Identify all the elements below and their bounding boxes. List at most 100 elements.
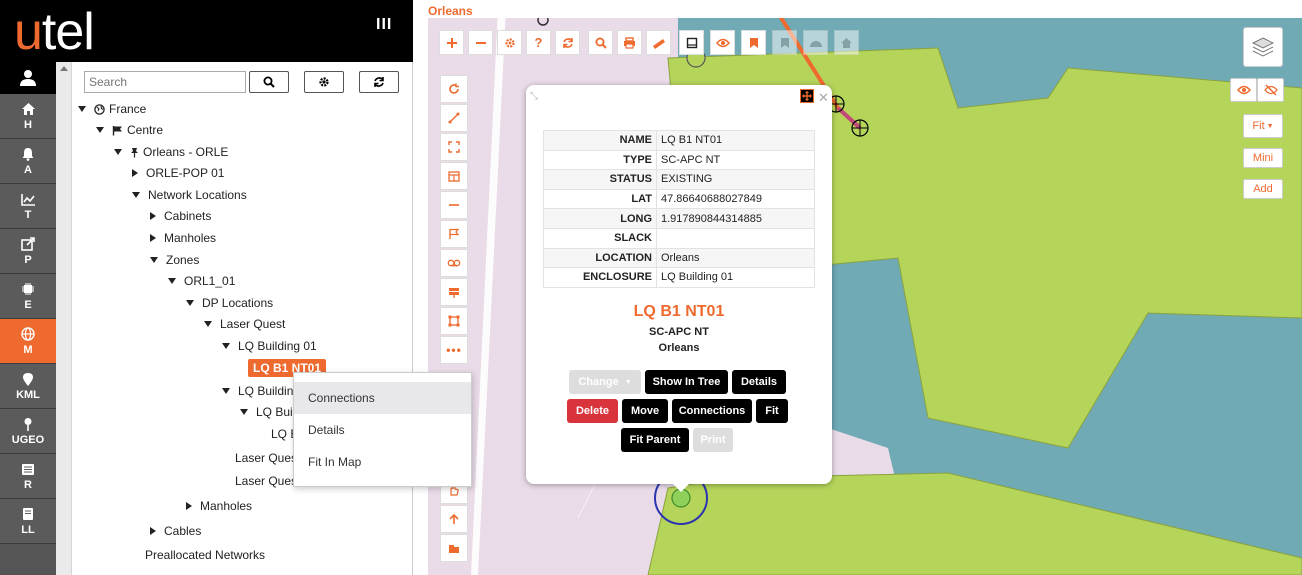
more-tools-button[interactable]: •••: [440, 336, 468, 364]
print-button[interactable]: Print: [693, 428, 733, 452]
tree-node-orleans[interactable]: Orleans - ORLE: [114, 143, 228, 161]
collapse-icon[interactable]: [204, 321, 212, 327]
print-button[interactable]: [617, 30, 642, 55]
signpost-tool-button[interactable]: [440, 278, 468, 306]
layers-button[interactable]: [1243, 27, 1283, 67]
show-layer-button[interactable]: [1230, 78, 1257, 102]
change-button[interactable]: Change ▼: [569, 370, 641, 394]
bookmark-button[interactable]: [741, 30, 766, 55]
arrow-up-tool-button[interactable]: [440, 505, 468, 533]
mini-button[interactable]: Mini: [1243, 148, 1283, 168]
search-input[interactable]: [84, 71, 246, 93]
collapse-icon[interactable]: [96, 127, 104, 133]
collapse-icon[interactable]: [240, 409, 248, 415]
minus-tool-button[interactable]: [440, 191, 468, 219]
flag-tool-button[interactable]: [440, 220, 468, 248]
nav-item-ll[interactable]: LL: [0, 499, 56, 544]
tree-node-orl1[interactable]: ORL1_01: [168, 272, 235, 290]
collapse-icon[interactable]: [222, 388, 230, 394]
nav-item-ugeo[interactable]: UGEO: [0, 409, 56, 454]
tree-node-laser-quest-b[interactable]: Laser Quest: [235, 472, 300, 490]
expand-icon[interactable]: [150, 212, 156, 220]
nav-item-a[interactable]: A: [0, 139, 56, 184]
building-tool-button[interactable]: [440, 534, 468, 562]
fit-dropdown[interactable]: Fit ▼: [1243, 114, 1283, 138]
slack-tool-button[interactable]: [440, 249, 468, 277]
map-view-button[interactable]: [679, 30, 704, 55]
tree-node-zones[interactable]: Zones: [150, 251, 199, 269]
collapse-icon[interactable]: [78, 106, 86, 112]
connections-button[interactable]: Connections: [672, 399, 752, 423]
nav-item-p[interactable]: P: [0, 229, 56, 274]
nav-item-kml[interactable]: KML: [0, 364, 56, 409]
collapse-icon[interactable]: [114, 149, 122, 155]
search-button[interactable]: [249, 71, 289, 93]
tree-node-orle-pop[interactable]: ORLE-POP 01: [132, 164, 224, 182]
context-connections[interactable]: Connections: [294, 382, 471, 414]
nav-item-t[interactable]: T: [0, 184, 56, 229]
rotate-button[interactable]: [440, 75, 468, 103]
tree-node-france[interactable]: France: [78, 100, 146, 118]
map-search-button[interactable]: [588, 30, 613, 55]
tree-node-laser-quest[interactable]: Laser Quest: [204, 315, 285, 333]
nav-item-r[interactable]: R: [0, 454, 56, 499]
tree-node-laser-quest-a[interactable]: Laser Quest: [235, 449, 300, 467]
details-button[interactable]: Details: [732, 370, 786, 394]
nav-item-h[interactable]: H: [0, 94, 56, 139]
collapse-icon[interactable]: [186, 300, 194, 306]
tree-node-lq-building-2[interactable]: LQ Building: [222, 382, 300, 400]
scroll-up-icon[interactable]: [60, 66, 68, 71]
menu-toggle-icon[interactable]: III: [376, 16, 392, 34]
fit-parent-button[interactable]: Fit Parent: [621, 428, 689, 452]
node-marker[interactable]: [537, 18, 549, 26]
tree-node-preallocated[interactable]: Preallocated Networks: [145, 546, 265, 564]
measure-button[interactable]: [646, 30, 671, 55]
nav-item-m[interactable]: M: [0, 319, 56, 364]
collapse-icon[interactable]: [222, 343, 230, 349]
move-button[interactable]: Move: [622, 399, 668, 423]
add-button[interactable]: Add: [1243, 179, 1283, 199]
expand-icon[interactable]: [150, 234, 156, 242]
tree-node-manholes-2[interactable]: Manholes: [186, 497, 252, 515]
collapse-icon[interactable]: [168, 278, 176, 284]
table-button[interactable]: [440, 162, 468, 190]
show-in-tree-button[interactable]: Show In Tree: [645, 370, 728, 394]
expand-button[interactable]: [440, 133, 468, 161]
bookmark-disabled-button[interactable]: [772, 30, 797, 55]
collapse-icon[interactable]: [132, 192, 140, 198]
collapse-icon[interactable]: [150, 257, 158, 263]
nav-item-e[interactable]: E: [0, 274, 56, 319]
tree-node-lq-building-01[interactable]: LQ Building 01: [222, 337, 317, 355]
context-details[interactable]: Details: [294, 414, 471, 446]
resize-icon[interactable]: ⤡: [530, 91, 538, 102]
help-button[interactable]: ?: [526, 30, 551, 55]
expand-icon[interactable]: [150, 527, 156, 535]
delete-button[interactable]: Delete: [567, 399, 618, 423]
map-refresh-button[interactable]: [555, 30, 580, 55]
user-button[interactable]: [0, 62, 56, 94]
tree-node-network-locations[interactable]: Network Locations: [132, 186, 247, 204]
polygon-tool-button[interactable]: [440, 307, 468, 335]
tree-node-centre[interactable]: Centre: [96, 121, 163, 139]
fit-button[interactable]: Fit: [756, 399, 788, 423]
tree-node-cabinets[interactable]: Cabinets: [150, 207, 211, 225]
zoom-in-button[interactable]: [439, 30, 464, 55]
visibility-button[interactable]: [710, 30, 735, 55]
dome-button[interactable]: [803, 30, 828, 55]
home-map-button[interactable]: [834, 30, 859, 55]
settings-button[interactable]: [304, 71, 344, 93]
hide-layer-button[interactable]: [1257, 78, 1284, 102]
drag-handle-icon[interactable]: [800, 89, 814, 103]
tree-node-manholes[interactable]: Manholes: [150, 229, 216, 247]
draw-line-button[interactable]: [440, 104, 468, 132]
tree-node-cables[interactable]: Cables: [150, 522, 201, 540]
map-settings-button[interactable]: [497, 30, 522, 55]
expand-icon[interactable]: [132, 169, 138, 177]
context-fit-in-map[interactable]: Fit In Map: [294, 446, 471, 478]
tree-scrollbar[interactable]: [56, 62, 72, 575]
expand-icon[interactable]: [186, 502, 192, 510]
refresh-button[interactable]: [359, 71, 399, 93]
zoom-out-button[interactable]: [468, 30, 493, 55]
close-icon[interactable]: ✕: [818, 90, 829, 106]
tree-node-dp-locations[interactable]: DP Locations: [186, 294, 273, 312]
